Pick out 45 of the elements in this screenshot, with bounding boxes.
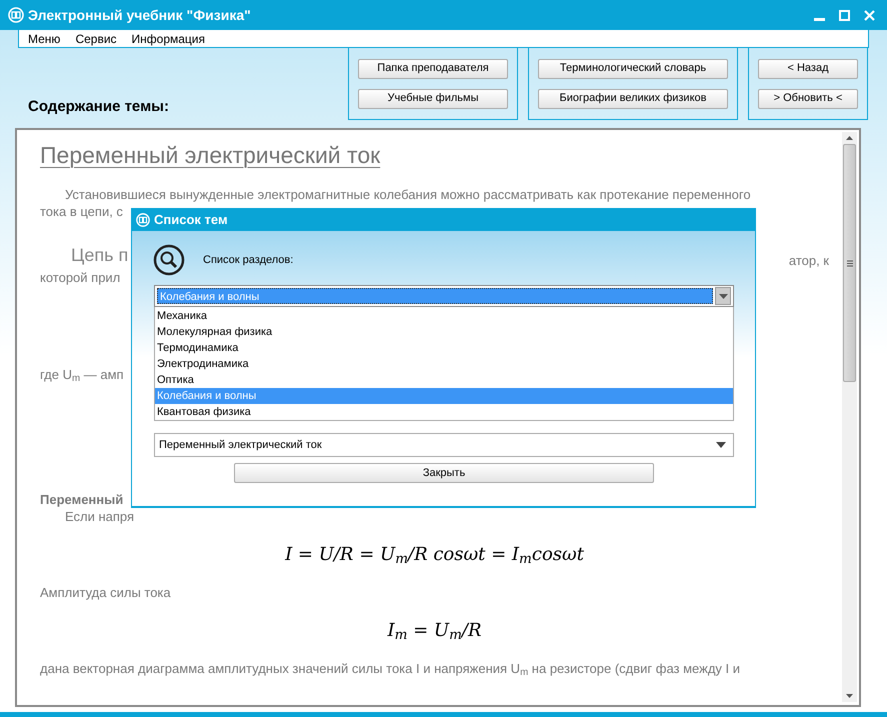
nav-button[interactable]: Биографии великих физиков <box>538 88 728 108</box>
field-label: Список разделов: <box>203 252 294 268</box>
paragraph-text: Амплитуда силы тока <box>40 584 171 601</box>
subheading-text: Цепь п <box>71 244 128 267</box>
close-button[interactable]: Закрыть <box>234 463 654 483</box>
close-icon[interactable] <box>864 10 875 20</box>
nav-button[interactable]: Папка преподавателя <box>358 58 508 78</box>
list-item[interactable]: Молекулярная физика <box>155 324 733 340</box>
list-item[interactable]: Квантовая физика <box>155 404 733 420</box>
window-title: Электронный учебник "Физика" <box>28 6 251 25</box>
nav-button[interactable]: Учебные фильмы <box>358 88 508 108</box>
caret-icon <box>718 294 728 298</box>
nav-button[interactable]: < Назад <box>758 58 858 78</box>
menu-item[interactable]: Информация <box>132 30 206 48</box>
list-item[interactable]: Электродинамика <box>155 356 733 372</box>
menu-item[interactable]: Меню <box>28 30 60 48</box>
search-icon <box>153 244 185 276</box>
paragraph-text: Установившиеся вынужденные электромагнитные колебания можно рассматривать как протекание переменного <box>64 186 751 203</box>
paragraph-text: где U$_{m}$ — амп <box>40 366 124 383</box>
formula-text: I$_{m}$ = U$_{m}$/R <box>387 619 482 644</box>
nav-button[interactable]: > Обновить < <box>758 88 858 108</box>
paragraph-text: которой прил <box>40 269 120 286</box>
section-label: Содержание темы: <box>28 96 169 116</box>
list-item[interactable]: Механика <box>155 308 733 324</box>
topic-combobox[interactable]: Переменный электрический ток <box>154 433 734 457</box>
combobox-value: Колебания и волны <box>157 288 713 304</box>
topic-heading: Переменный электрический ток <box>40 141 380 170</box>
list-item[interactable]: Оптика <box>155 372 733 388</box>
scrollbar[interactable] <box>842 132 857 702</box>
maximize-icon[interactable] <box>839 10 850 20</box>
nav-button[interactable]: Терминологический словарь <box>538 58 728 78</box>
paragraph-text: тока в цепи, с <box>40 203 123 220</box>
menu-item[interactable]: Сервис <box>75 30 117 48</box>
paragraph-text: дана векторная диаграмма амплитудных значений силы тока I и напряжения U$_{m}$ на резисторе (сдвиг фаз между I и <box>40 660 740 677</box>
caret-icon <box>716 442 726 448</box>
dropdown-button[interactable] <box>715 287 731 305</box>
combobox-value: Переменный электрический ток <box>159 438 323 453</box>
formula-text: I = U/R = U$_{m}$/R cosωt = I$_{m}$cosωt <box>285 543 584 568</box>
paragraph-text: Если напря <box>64 508 134 525</box>
dialog-title: Список тем <box>154 211 228 230</box>
list-item[interactable]: Термодинамика <box>155 340 733 356</box>
bold-text: Переменный <box>40 491 124 508</box>
paragraph-text: атор, к <box>788 252 829 269</box>
grip-icon <box>846 260 852 266</box>
scroll-thumb[interactable] <box>843 144 856 382</box>
